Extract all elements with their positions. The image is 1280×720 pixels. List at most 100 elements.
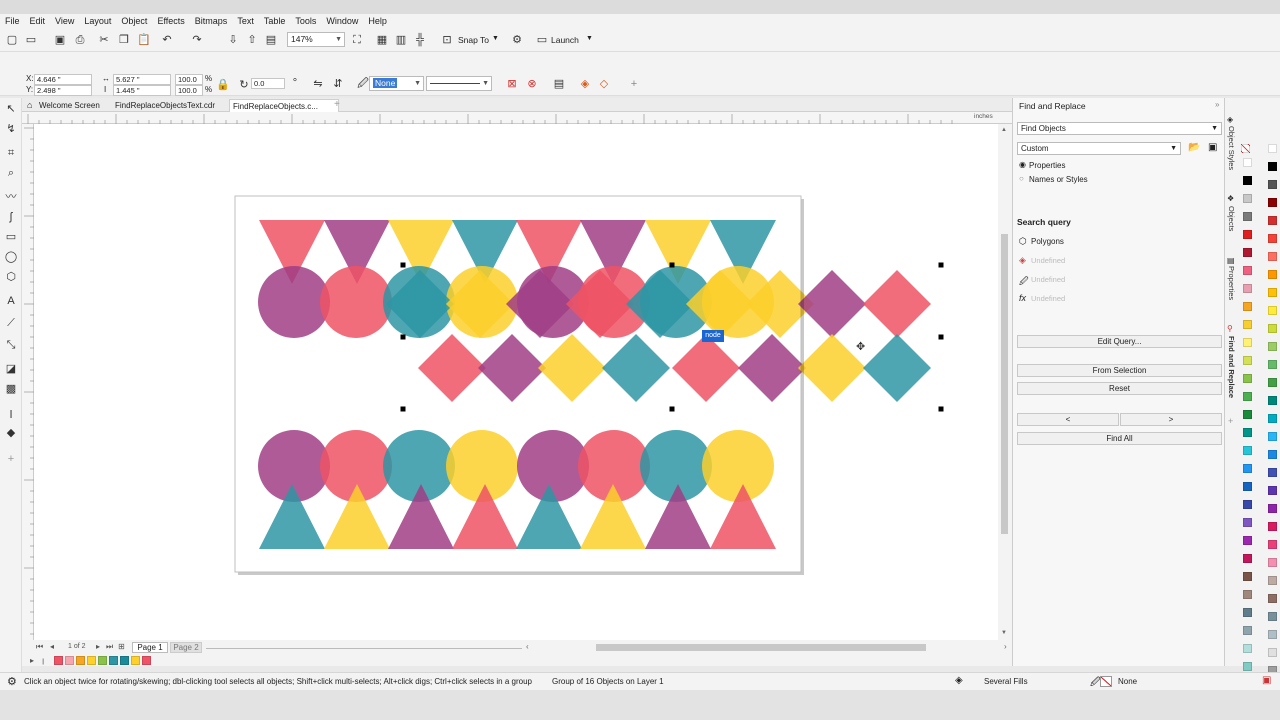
palette-swatch[interactable]: [1268, 630, 1277, 639]
open-query-icon[interactable]: 📂: [1188, 142, 1200, 153]
palette-swatch[interactable]: [1243, 266, 1252, 275]
query-undefined-outline[interactable]: Undefined: [1031, 275, 1065, 284]
align-icon[interactable]: ▤: [552, 77, 566, 91]
selection-handle[interactable]: [938, 334, 944, 340]
parallel-dimension-icon[interactable]: ⟋: [4, 316, 18, 330]
diamond-shape[interactable]: [863, 334, 931, 402]
redo-icon[interactable]: ↷: [190, 33, 204, 47]
scroll-down-icon[interactable]: ▼: [1001, 630, 1007, 636]
palette-swatch[interactable]: [1268, 594, 1277, 603]
palette-swatch[interactable]: [1243, 428, 1252, 437]
palette-swatch[interactable]: [1243, 590, 1252, 599]
palette-swatch[interactable]: [1268, 432, 1277, 441]
transparency-icon[interactable]: ▩: [4, 382, 18, 396]
launch-icon[interactable]: ▭: [535, 33, 549, 47]
selection-handle[interactable]: [938, 262, 944, 268]
palette-swatch[interactable]: [1243, 212, 1252, 221]
document-palette-swatch[interactable]: [98, 656, 107, 665]
drop-shadow-icon[interactable]: ◪: [4, 362, 18, 376]
circle-shape[interactable]: [320, 266, 392, 338]
freehand-tool-icon[interactable]: 〰: [4, 190, 18, 204]
palette-swatch[interactable]: [1243, 248, 1252, 257]
menu-help[interactable]: Help: [363, 16, 392, 26]
palette-swatch[interactable]: [1268, 450, 1277, 459]
publish-pdf-icon[interactable]: ▤: [264, 33, 278, 47]
document-palette-swatch[interactable]: [109, 656, 118, 665]
connector-tool-icon[interactable]: ⤡: [4, 338, 18, 352]
menu-object[interactable]: Object: [116, 16, 152, 26]
scroll-up-icon[interactable]: ▲: [1001, 127, 1007, 133]
document-palette-swatch[interactable]: [142, 656, 151, 665]
add-page-icon[interactable]: ⊞: [118, 642, 125, 651]
open-icon[interactable]: ▭: [24, 33, 38, 47]
palette-swatch[interactable]: [1268, 558, 1277, 567]
paste-icon[interactable]: 📋: [137, 33, 151, 47]
query-polygons[interactable]: Polygons: [1031, 237, 1064, 246]
palette-swatch[interactable]: [1268, 522, 1277, 531]
menu-window[interactable]: Window: [321, 16, 363, 26]
width-field[interactable]: 5.627 ": [113, 74, 171, 85]
document-palette-swatch[interactable]: [120, 656, 129, 665]
full-screen-icon[interactable]: ⛶: [350, 33, 364, 47]
menu-text[interactable]: Text: [232, 16, 259, 26]
palette-swatch[interactable]: [1243, 374, 1252, 383]
tab-find-and-replace[interactable]: Find and Replace: [1227, 336, 1236, 398]
palette-swatch[interactable]: [1243, 446, 1252, 455]
outline-width-combo[interactable]: None ▼: [369, 76, 424, 91]
menu-file[interactable]: File: [0, 16, 25, 26]
zoom-combo[interactable]: 147% ▼: [287, 32, 345, 47]
first-page-icon[interactable]: ⏮: [36, 642, 43, 652]
scroll-right-icon[interactable]: ›: [1004, 642, 1007, 651]
palette-swatch[interactable]: [1268, 612, 1277, 621]
palette-swatch[interactable]: [1243, 518, 1252, 527]
prev-page-icon[interactable]: ◂: [50, 642, 54, 651]
palette-swatch[interactable]: [1243, 644, 1252, 653]
zoom-tool-icon[interactable]: ⌕: [4, 166, 18, 180]
palette-swatch[interactable]: [1243, 410, 1252, 419]
radio-properties[interactable]: ◉: [1019, 160, 1026, 169]
drawing-canvas[interactable]: node ✥: [34, 124, 1012, 640]
selection-handle[interactable]: [400, 334, 406, 340]
to-front-icon[interactable]: ◈: [578, 77, 592, 91]
selection-handle[interactable]: [669, 406, 675, 412]
palette-swatch[interactable]: [1243, 356, 1252, 365]
import-icon[interactable]: ⇩: [226, 33, 240, 47]
selection-handle[interactable]: [400, 262, 406, 268]
palette-swatch[interactable]: [1268, 144, 1277, 153]
to-back-icon[interactable]: ◇: [597, 77, 611, 91]
horizontal-ruler[interactable]: inches: [22, 112, 1012, 124]
palette-swatch[interactable]: [1243, 320, 1252, 329]
cut-icon[interactable]: ✂: [97, 33, 111, 47]
text-tool-icon[interactable]: A: [4, 294, 18, 308]
edit-query-button[interactable]: Edit Query...: [1017, 335, 1222, 348]
launch-dropdown[interactable]: Launch: [551, 35, 579, 45]
mirror-horizontal-icon[interactable]: ⇋: [311, 77, 325, 91]
palette-swatch[interactable]: [1243, 284, 1252, 293]
find-all-button[interactable]: Find All: [1017, 432, 1222, 445]
scale-y-field[interactable]: 100.0: [175, 85, 203, 96]
show-grid-icon[interactable]: ▥: [394, 33, 408, 47]
palette-swatch[interactable]: [1268, 234, 1277, 243]
palette-swatch[interactable]: [1243, 338, 1252, 347]
palette-swatch[interactable]: [1268, 504, 1277, 513]
circle-shape[interactable]: [258, 266, 330, 338]
tab-findreplaceobjectstext[interactable]: FindReplaceObjectsText.cdr: [112, 99, 224, 112]
query-undefined-effect[interactable]: Undefined: [1031, 294, 1065, 303]
show-rulers-icon[interactable]: ▦: [375, 33, 389, 47]
find-next-button[interactable]: >: [1120, 413, 1222, 426]
diamond-shape[interactable]: [798, 270, 866, 338]
palette-swatch[interactable]: [1268, 378, 1277, 387]
palette-swatch[interactable]: [1243, 230, 1252, 239]
document-palette-swatch[interactable]: [54, 656, 63, 665]
palette-swatch[interactable]: [1243, 626, 1252, 635]
eyedropper-icon[interactable]: ꞁ: [42, 656, 44, 665]
height-field[interactable]: 1.445 ": [113, 85, 171, 96]
no-color-swatch[interactable]: [1241, 144, 1250, 153]
palette-swatch[interactable]: [1268, 324, 1277, 333]
palette-swatch[interactable]: [1243, 536, 1252, 545]
snap-icon[interactable]: ⊡: [440, 33, 454, 47]
palette-swatch[interactable]: [1243, 392, 1252, 401]
add-docker-icon[interactable]: +: [1228, 416, 1233, 426]
palette-swatch[interactable]: [1268, 414, 1277, 423]
polygon-tool-icon[interactable]: ⬡: [4, 270, 18, 284]
